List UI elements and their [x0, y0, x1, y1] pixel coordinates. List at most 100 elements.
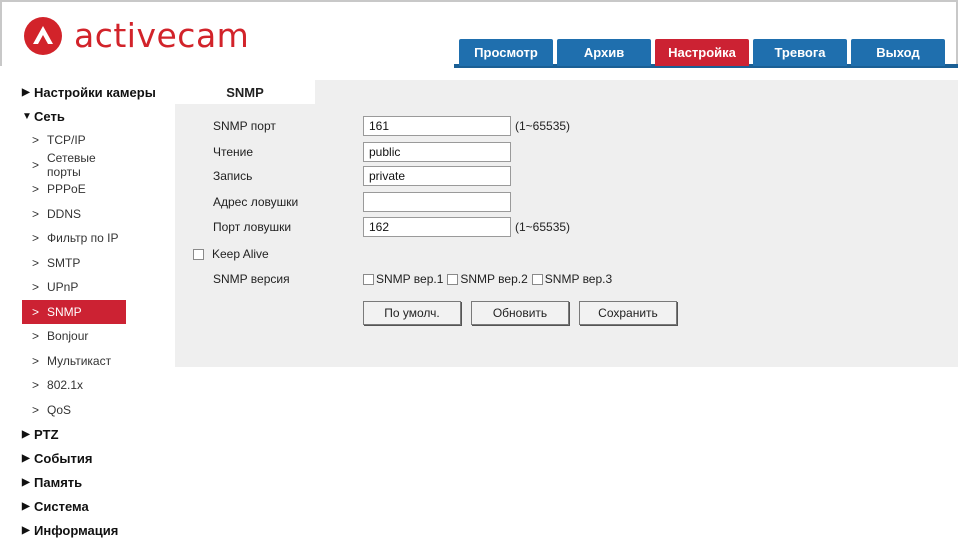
chevron-right-icon: > [32, 231, 40, 246]
snmp-v2-checkbox[interactable] [447, 273, 459, 285]
tab-snmp[interactable]: SNMP [175, 80, 315, 104]
header: activecam Просмотр Архив Настройка Трево… [0, 0, 958, 68]
chevron-right-icon: > [32, 206, 40, 221]
chevron-right-icon: > [32, 378, 40, 393]
snmp-v3-label: SNMP вер.3 [544, 272, 613, 286]
sidebar-item-smtp[interactable]: > SMTP [22, 251, 126, 276]
chevron-right-icon: > [32, 255, 40, 270]
chevron-right-icon: > [32, 280, 40, 295]
keep-alive-checkbox[interactable] [193, 248, 204, 260]
keep-alive-label: Keep Alive [212, 247, 269, 261]
sidebar-section-info[interactable]: ▶ Информация [22, 518, 172, 542]
snmp-port-label: SNMP порт [213, 119, 276, 133]
trap-address-input[interactable] [363, 192, 511, 212]
sidebar-item-label: UPnP [47, 280, 79, 295]
tab-view[interactable]: Просмотр [459, 39, 553, 66]
trap-port-label: Порт ловушки [213, 220, 292, 234]
sidebar-section-network[interactable]: ▼ Сеть [22, 104, 172, 128]
refresh-button[interactable]: Обновить [471, 301, 569, 325]
sidebar-item-label: 802.1x [47, 378, 84, 393]
snmp-v2-option[interactable]: SNMP вер.2 [447, 272, 528, 286]
keep-alive-row: Keep Alive [193, 244, 269, 264]
trap-port-input[interactable] [363, 217, 511, 237]
sidebar-section-label: Настройки камеры [34, 84, 156, 100]
sidebar-item-upnp[interactable]: > UPnP [22, 275, 126, 300]
sidebar-section-label: События [34, 450, 93, 466]
sidebar-item-qos[interactable]: > QoS [22, 398, 126, 423]
tab-logout[interactable]: Выход [851, 39, 945, 66]
triangle-right-icon: ▶ [22, 476, 30, 488]
chevron-right-icon: > [32, 133, 40, 148]
write-label: Запись [213, 169, 253, 183]
sidebar-section-storage[interactable]: ▶ Память [22, 470, 172, 494]
sidebar-item-label: SNMP [47, 304, 82, 319]
snmp-v3-checkbox[interactable] [531, 273, 543, 285]
sidebar-section-events[interactable]: ▶ События [22, 446, 172, 470]
sidebar-section-label: PTZ [34, 426, 59, 442]
sidebar: ▶ Настройки камеры ▼ Сеть > TCP/IP > Сетев… [22, 80, 172, 542]
trap-port-row: Порт ловушки (1~65535) [213, 217, 570, 237]
sidebar-section-camera[interactable]: ▶ Настройки камеры [22, 80, 172, 104]
triangle-right-icon: ▶ [22, 86, 30, 98]
trap-port-range: (1~65535) [515, 220, 571, 234]
write-row: Запись [213, 166, 511, 186]
tab-alarm[interactable]: Тревога [753, 39, 847, 66]
sidebar-item-8021x[interactable]: >802.1x [22, 373, 126, 398]
snmp-panel: SNMP SNMP порт (1~65535) Чтение Запись А… [175, 80, 958, 367]
snmp-v1-label: SNMP вер.1 [376, 272, 444, 286]
sidebar-section-label: Память [34, 474, 83, 490]
snmp-port-row: SNMP порт (1~65535) [213, 116, 570, 136]
chevron-right-icon: > [32, 304, 40, 319]
snmp-v2-label: SNMP вер.2 [460, 272, 528, 286]
snmp-version-row: SNMP версия SNMP вер.1 SNMP вер.2 SNMP в… [213, 269, 616, 289]
sidebar-item-network-ports[interactable]: > Сетевые порты [22, 150, 126, 179]
chevron-right-icon: > [32, 157, 40, 172]
sidebar-item-snmp[interactable]: > SNMP [22, 299, 126, 324]
save-button[interactable]: Сохранить [579, 301, 677, 325]
sidebar-item-label: Мультикаст [47, 353, 112, 368]
sidebar-item-multicast[interactable]: > Мультикаст [22, 349, 126, 374]
sidebar-item-label: TCP/IP [47, 133, 86, 148]
triangle-right-icon: ▶ [22, 524, 30, 536]
snmp-port-input[interactable] [363, 116, 511, 136]
triangle-right-icon: ▶ [22, 500, 30, 512]
snmp-v1-option[interactable]: SNMP вер.1 [363, 272, 443, 286]
sidebar-item-label: PPPoE [47, 182, 86, 197]
sidebar-section-label: Информация [34, 522, 119, 538]
main-nav: Просмотр Архив Настройка Тревога Выход [459, 39, 949, 66]
chevron-right-icon: > [32, 329, 40, 344]
triangle-right-icon: ▶ [22, 452, 30, 464]
sidebar-item-ddns[interactable]: > DDNS [22, 202, 126, 227]
logo: activecam [24, 16, 249, 55]
triangle-down-icon: ▼ [22, 110, 32, 122]
snmp-v3-option[interactable]: SNMP вер.3 [531, 272, 613, 286]
tab-archive[interactable]: Архив [557, 39, 651, 66]
sidebar-section-label: Сеть [34, 108, 65, 124]
read-label: Чтение [213, 145, 254, 159]
snmp-port-range: (1~65535) [515, 119, 571, 133]
sidebar-item-ip-filter[interactable]: > Фильтр по IP [22, 226, 126, 251]
chevron-right-icon: > [32, 182, 40, 197]
sidebar-item-label: DDNS [47, 206, 82, 221]
sidebar-item-label: Сетевые порты [47, 150, 96, 179]
sidebar-section-ptz[interactable]: ▶ PTZ [22, 422, 172, 446]
trap-address-label: Адрес ловушки [213, 195, 299, 209]
tab-settings[interactable]: Настройка [655, 39, 749, 66]
default-button[interactable]: По умолч. [363, 301, 461, 325]
sidebar-item-label: Фильтр по IP [47, 231, 119, 246]
sidebar-item-bonjour[interactable]: > Bonjour [22, 324, 126, 349]
sidebar-section-label: Система [34, 498, 89, 514]
sidebar-item-label: QoS [47, 402, 72, 417]
sidebar-section-system[interactable]: ▶ Система [22, 494, 172, 518]
read-row: Чтение [213, 142, 511, 162]
chevron-right-icon: > [32, 353, 40, 368]
sidebar-item-tcpip[interactable]: > TCP/IP [22, 128, 126, 153]
sidebar-item-label: SMTP [47, 255, 81, 270]
snmp-v1-checkbox[interactable] [363, 273, 374, 285]
triangle-right-icon: ▶ [22, 428, 30, 440]
read-community-input[interactable] [363, 142, 511, 162]
sidebar-item-label: Bonjour [47, 329, 89, 344]
sidebar-item-pppoe[interactable]: > PPPoE [22, 177, 126, 202]
brand-name: activecam [74, 16, 250, 55]
write-community-input[interactable] [363, 166, 511, 186]
